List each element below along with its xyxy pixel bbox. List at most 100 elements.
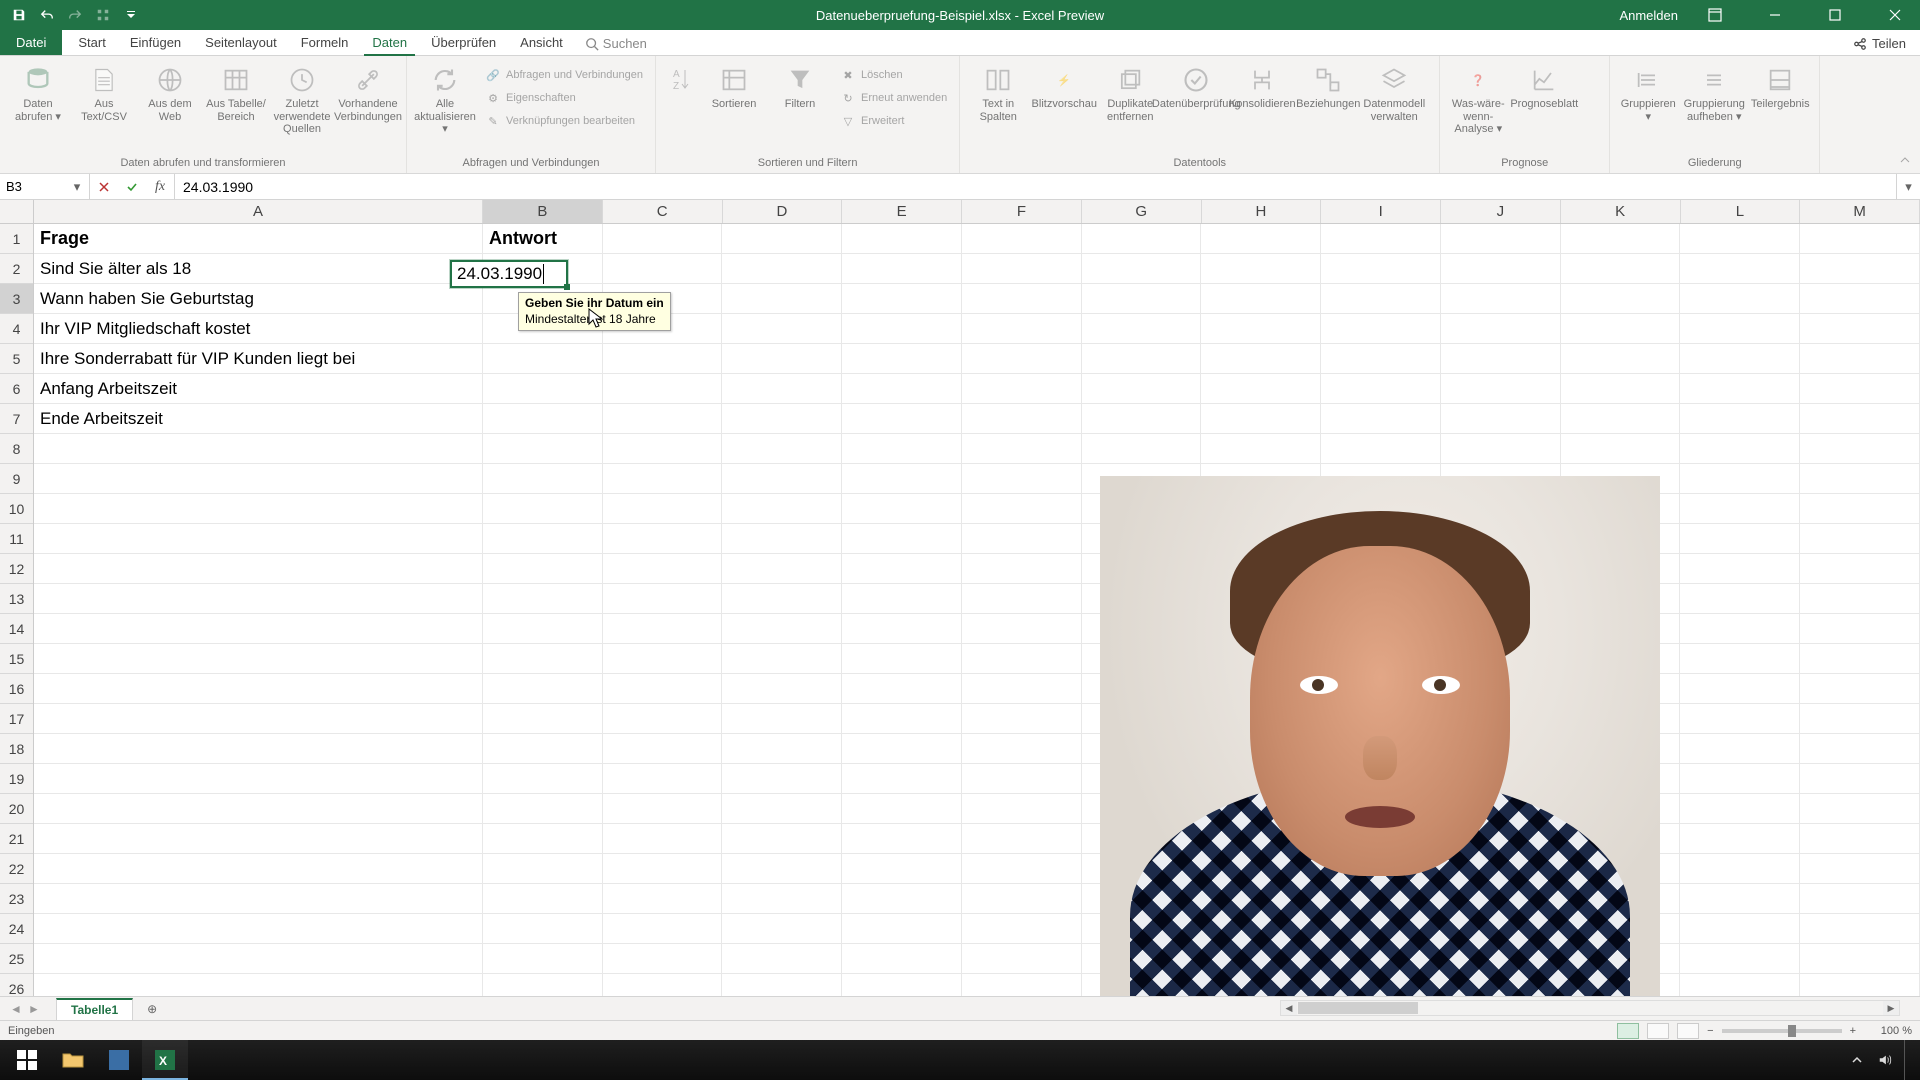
cell[interactable] (962, 524, 1082, 554)
cell[interactable] (722, 284, 842, 314)
cell[interactable] (1800, 974, 1920, 996)
cell[interactable] (1201, 374, 1321, 404)
cell[interactable] (603, 944, 723, 974)
cell[interactable] (962, 584, 1082, 614)
zoom-slider[interactable] (1722, 1029, 1842, 1033)
cell[interactable] (1561, 254, 1681, 284)
cell[interactable] (1441, 434, 1561, 464)
cell[interactable]: Ihre Sonderrabatt für VIP Kunden liegt b… (34, 344, 483, 374)
cell[interactable] (34, 764, 483, 794)
row-header[interactable]: 8 (0, 434, 33, 464)
cell[interactable] (1680, 614, 1800, 644)
cell[interactable] (1680, 374, 1800, 404)
cell[interactable] (842, 794, 962, 824)
cell[interactable] (842, 674, 962, 704)
excel-taskbar-icon[interactable]: X (142, 1040, 188, 1080)
cell[interactable] (34, 644, 483, 674)
row-header[interactable]: 10 (0, 494, 33, 524)
cell[interactable] (962, 224, 1082, 254)
cell[interactable] (483, 644, 603, 674)
column-header[interactable]: K (1561, 200, 1681, 223)
cancel-edit-button[interactable] (90, 174, 118, 199)
cell[interactable] (722, 794, 842, 824)
relationships-button[interactable]: Beziehungen (1298, 60, 1358, 111)
insert-function-button[interactable]: fx (146, 174, 174, 199)
cell[interactable] (483, 404, 603, 434)
row-header[interactable]: 5 (0, 344, 33, 374)
row-header[interactable]: 19 (0, 764, 33, 794)
cell[interactable] (1680, 494, 1800, 524)
cell[interactable] (722, 704, 842, 734)
get-data-button[interactable]: Daten abrufen ▾ (8, 60, 68, 123)
cell[interactable] (1680, 824, 1800, 854)
cell[interactable] (1082, 284, 1202, 314)
cell[interactable] (722, 404, 842, 434)
name-box[interactable]: ▾ (0, 174, 90, 199)
cell[interactable] (603, 224, 723, 254)
data-validation-button[interactable]: Datenüberprüfung (1166, 60, 1226, 111)
cell[interactable] (603, 524, 723, 554)
cell[interactable] (1201, 284, 1321, 314)
touch-mode-icon[interactable] (90, 2, 116, 28)
cell[interactable] (1561, 374, 1681, 404)
cell[interactable] (722, 374, 842, 404)
remove-duplicates-button[interactable]: Duplikate entfernen (1100, 60, 1160, 123)
cell[interactable] (842, 314, 962, 344)
cell[interactable] (1800, 584, 1920, 614)
cell[interactable] (34, 704, 483, 734)
cell[interactable] (483, 884, 603, 914)
cell[interactable] (962, 494, 1082, 524)
column-header[interactable]: A (34, 200, 483, 223)
cell[interactable] (722, 644, 842, 674)
cell[interactable] (1321, 374, 1441, 404)
worksheet-grid[interactable]: ABCDEFGHIJKLM 12345678910111213141516171… (0, 200, 1920, 996)
row-header[interactable]: 18 (0, 734, 33, 764)
cell[interactable] (1201, 224, 1321, 254)
confirm-edit-button[interactable] (118, 174, 146, 199)
cell[interactable] (842, 734, 962, 764)
column-header[interactable]: L (1681, 200, 1801, 223)
row-header[interactable]: 25 (0, 944, 33, 974)
cell[interactable]: Frage (34, 224, 483, 254)
cell[interactable] (1441, 224, 1561, 254)
cell[interactable] (1441, 404, 1561, 434)
row-header[interactable]: 4 (0, 314, 33, 344)
cell[interactable] (603, 494, 723, 524)
subtotal-button[interactable]: Teilergebnis (1750, 60, 1810, 111)
cell[interactable] (483, 824, 603, 854)
ribbon-options-icon[interactable] (1692, 0, 1738, 30)
filter-button[interactable]: Filtern (770, 60, 830, 111)
cell[interactable] (1680, 284, 1800, 314)
cell[interactable] (483, 764, 603, 794)
tab-review[interactable]: Überprüfen (419, 31, 508, 55)
cell[interactable] (722, 224, 842, 254)
cell[interactable] (1680, 794, 1800, 824)
cell[interactable] (962, 314, 1082, 344)
zoom-minus-icon[interactable]: − (1707, 1025, 1713, 1037)
cell[interactable] (1082, 434, 1202, 464)
cell[interactable] (722, 974, 842, 996)
row-header[interactable]: 22 (0, 854, 33, 884)
tray-chevron-up-icon[interactable] (1848, 1051, 1866, 1069)
cell[interactable] (962, 704, 1082, 734)
existing-connections-button[interactable]: Vorhandene Verbindungen (338, 60, 398, 123)
cell[interactable] (1082, 344, 1202, 374)
cell[interactable] (1680, 224, 1800, 254)
refresh-all-button[interactable]: Alle aktualisieren ▾ (415, 60, 475, 136)
row-header[interactable]: 7 (0, 404, 33, 434)
cell[interactable] (603, 374, 723, 404)
cell[interactable] (722, 884, 842, 914)
cell[interactable] (962, 254, 1082, 284)
cell[interactable] (483, 944, 603, 974)
cell[interactable] (1680, 434, 1800, 464)
horizontal-scrollbar[interactable]: ◀▶ (1280, 1000, 1900, 1016)
cell[interactable] (1680, 464, 1800, 494)
cell[interactable] (1800, 404, 1920, 434)
cell[interactable] (603, 974, 723, 996)
cell[interactable] (1082, 374, 1202, 404)
cell[interactable] (962, 434, 1082, 464)
cell[interactable] (842, 344, 962, 374)
cell[interactable] (1800, 374, 1920, 404)
sort-button[interactable]: Sortieren (704, 60, 764, 111)
cell[interactable] (842, 704, 962, 734)
